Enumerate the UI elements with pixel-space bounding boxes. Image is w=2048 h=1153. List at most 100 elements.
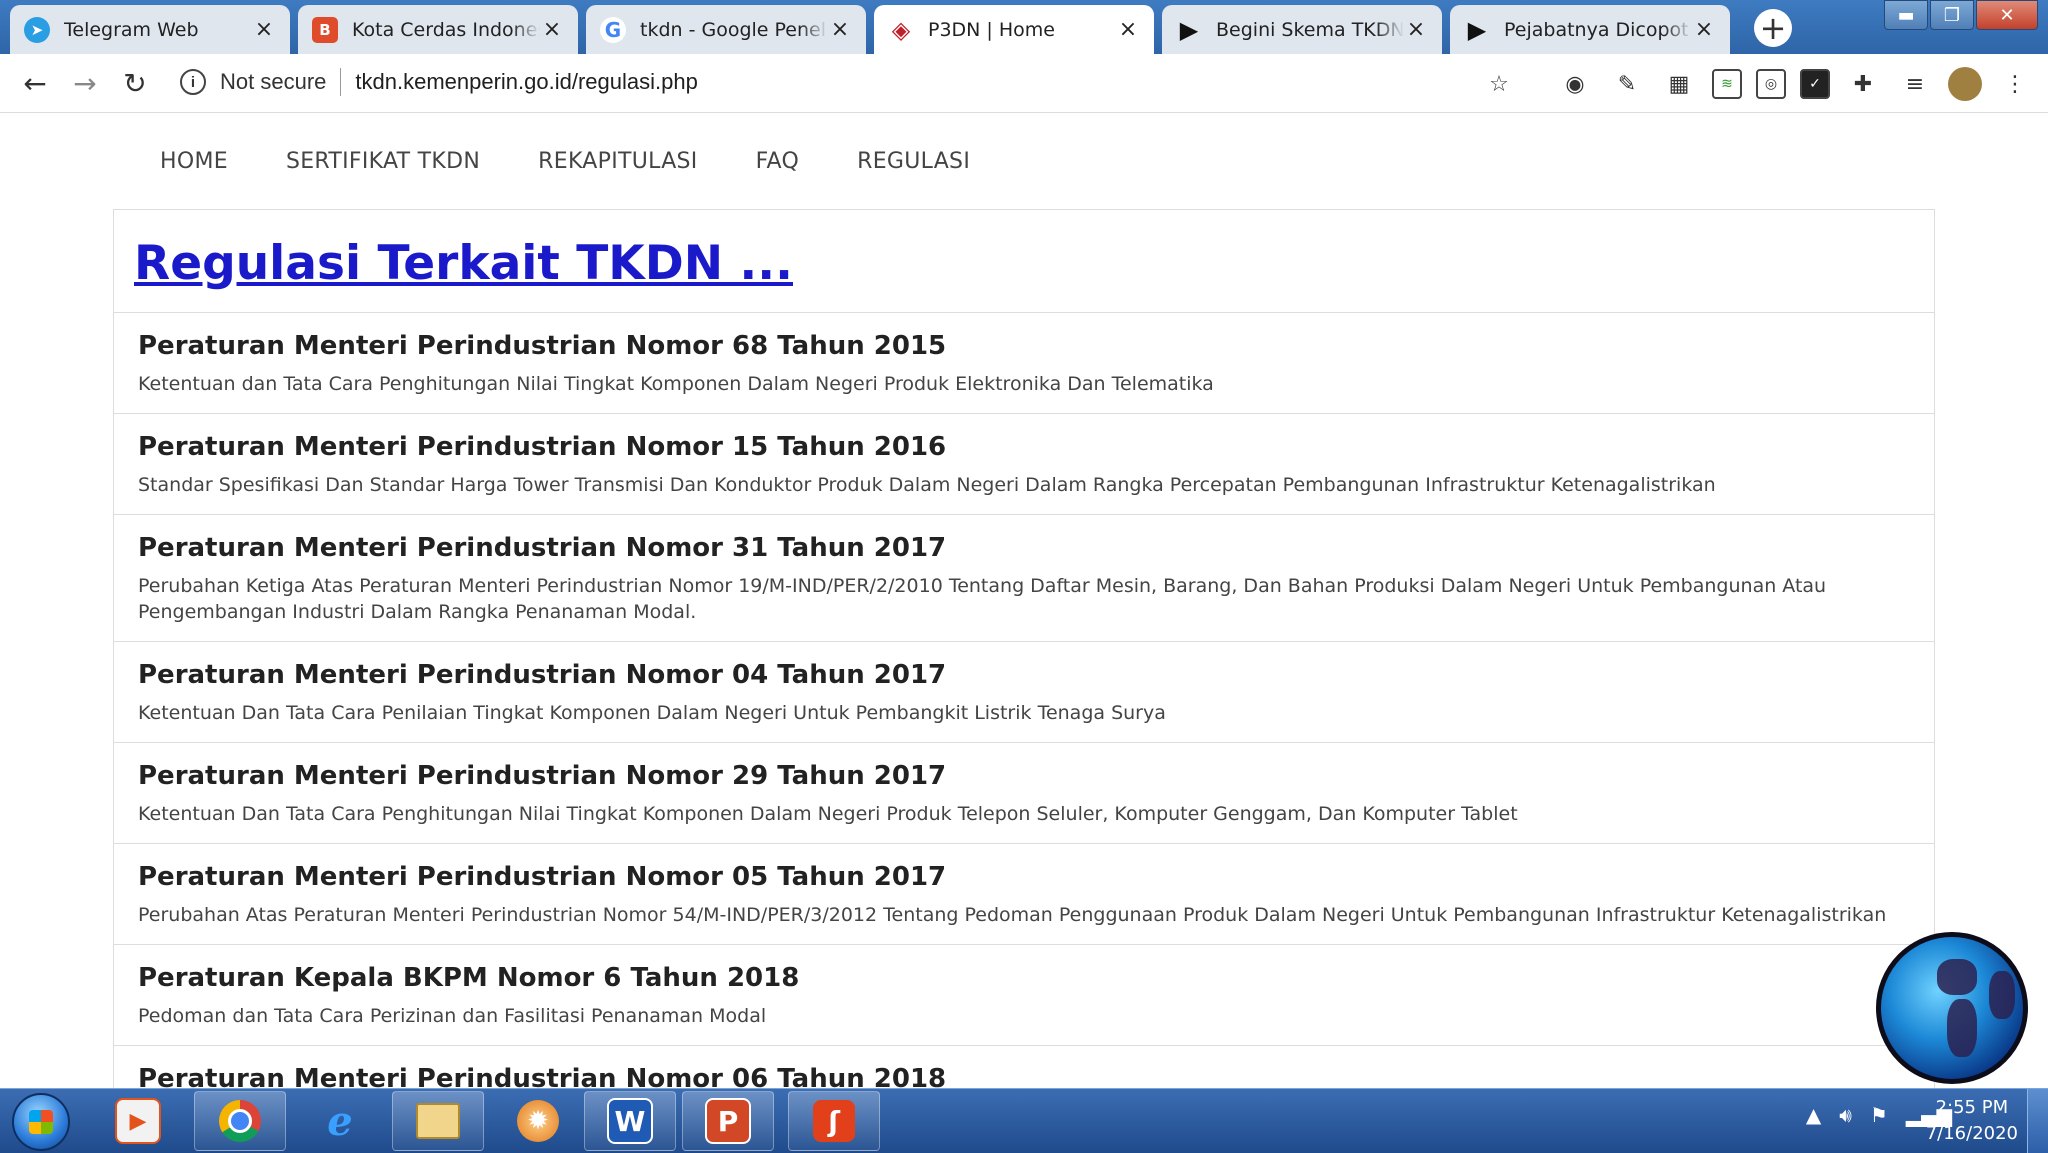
- menu-dots-icon[interactable]: ⋮: [1996, 65, 2034, 103]
- forward-button[interactable]: →: [60, 58, 110, 108]
- taskbar-app-orange[interactable]: ✹: [492, 1091, 584, 1151]
- nav-regulasi[interactable]: REGULASI: [857, 149, 970, 174]
- taskbar-chrome[interactable]: [194, 1091, 286, 1151]
- tab-title: Telegram Web: [64, 18, 199, 41]
- regulation-description: Ketentuan Dan Tata Cara Penghitungan Nil…: [138, 803, 1518, 825]
- regulation-title[interactable]: Peraturan Menteri Perindustrian Nomor 04…: [138, 660, 1910, 690]
- puzzle-extensions-icon[interactable]: ✚: [1844, 65, 1882, 103]
- word-icon: W: [607, 1098, 653, 1144]
- wifi-extension-icon[interactable]: ≋: [1712, 69, 1742, 99]
- regulation-item[interactable]: Peraturan Kepala BKPM Nomor 6 Tahun 2018…: [114, 944, 1934, 1045]
- bookmark-star-icon[interactable]: ☆: [1480, 65, 1518, 103]
- show-desktop-button[interactable]: [2027, 1089, 2048, 1153]
- page-title[interactable]: Regulasi Terkait TKDN ...: [134, 236, 793, 291]
- address-bar[interactable]: i Not secure tkdn.kemenperin.go.id/regul…: [180, 60, 698, 104]
- reload-button[interactable]: ↻: [110, 58, 160, 108]
- taskbar-powerpoint[interactable]: P: [682, 1091, 774, 1151]
- regulation-description: Pedoman dan Tata Cara Perizinan dan Fasi…: [138, 1005, 767, 1027]
- globe-land-shape: [1937, 959, 1977, 995]
- restore-button[interactable]: ❐: [1930, 0, 1974, 30]
- taskbar-clock[interactable]: 2:55 PM 7/16/2020: [1926, 1095, 2018, 1147]
- close-icon[interactable]: ×: [1404, 17, 1428, 42]
- regulation-description: Standar Spesifikasi Dan Standar Harga To…: [138, 474, 1716, 496]
- clock-time: 2:55 PM: [1935, 1097, 2009, 1118]
- nav-faq[interactable]: FAQ: [756, 149, 800, 174]
- regulation-description: Ketentuan dan Tata Cara Penghitungan Nil…: [138, 373, 1214, 395]
- close-window-button[interactable]: ✕: [1976, 0, 2038, 30]
- news-icon: ▶: [1179, 15, 1199, 44]
- site-navigation: HOME SERTIFIKAT TKDN REKAPITULASI FAQ RE…: [0, 113, 2048, 209]
- nav-sertifikat-tkdn[interactable]: SERTIFIKAT TKDN: [286, 149, 480, 174]
- info-icon[interactable]: i: [180, 69, 206, 95]
- url-text[interactable]: tkdn.kemenperin.go.id/regulasi.php: [355, 69, 697, 95]
- regulation-item[interactable]: Peraturan Menteri Perindustrian Nomor 04…: [114, 641, 1934, 742]
- tab-title: tkdn - Google Penelusuran: [640, 18, 828, 41]
- browser-toolbar: ← → ↻ i Not secure tkdn.kemenperin.go.id…: [0, 54, 2048, 113]
- taskbar-media-player[interactable]: ▶: [92, 1091, 184, 1151]
- regulation-title[interactable]: Peraturan Kepala BKPM Nomor 6 Tahun 2018: [138, 963, 1910, 993]
- new-tab-button[interactable]: +: [1754, 9, 1792, 47]
- regulation-title[interactable]: Peraturan Menteri Perindustrian Nomor 15…: [138, 432, 1910, 462]
- nav-home[interactable]: HOME: [160, 149, 228, 174]
- taskbar-internet-explorer[interactable]: e: [294, 1091, 386, 1151]
- tab-google-search[interactable]: G tkdn - Google Penelusuran ×: [586, 5, 866, 54]
- regulation-item[interactable]: Peraturan Menteri Perindustrian Nomor 31…: [114, 514, 1934, 641]
- regulation-panel: Regulasi Terkait TKDN ... Peraturan Ment…: [113, 209, 1935, 1094]
- taskbar-file-explorer[interactable]: [392, 1091, 484, 1151]
- translate-extension-icon[interactable]: ◉: [1556, 65, 1594, 103]
- tab-title: P3DN | Home: [928, 18, 1055, 41]
- media-player-icon: ▶: [115, 1098, 161, 1144]
- regulation-item[interactable]: Peraturan Menteri Perindustrian Nomor 05…: [114, 843, 1934, 944]
- powerpoint-icon: P: [705, 1098, 751, 1144]
- regulation-title[interactable]: Peraturan Menteri Perindustrian Nomor 68…: [138, 331, 1910, 361]
- eyedropper-extension-icon[interactable]: ✎: [1608, 65, 1646, 103]
- folder-icon: [416, 1103, 460, 1139]
- check-extension-icon[interactable]: ✓: [1800, 69, 1830, 99]
- close-icon[interactable]: ×: [1692, 17, 1716, 42]
- action-center-flag-icon[interactable]: ⚑: [1870, 1103, 1888, 1127]
- chrome-icon: [219, 1100, 261, 1142]
- regulation-item[interactable]: Peraturan Menteri Perindustrian Nomor 68…: [114, 312, 1934, 413]
- tab-kota-cerdas[interactable]: B Kota Cerdas Indonesia ×: [298, 5, 578, 54]
- clock-date: 7/16/2020: [1925, 1123, 2018, 1144]
- show-hidden-icons-icon[interactable]: ▲: [1806, 1103, 1821, 1127]
- volume-icon[interactable]: 🔊︎: [1839, 1103, 1852, 1127]
- globe-land-shape: [1989, 971, 2015, 1019]
- screenshot-extension-icon[interactable]: ◎: [1756, 69, 1786, 99]
- regulation-title[interactable]: Peraturan Menteri Perindustrian Nomor 29…: [138, 761, 1910, 791]
- gear-app-icon: ✹: [517, 1100, 559, 1142]
- regulation-title[interactable]: Peraturan Menteri Perindustrian Nomor 05…: [138, 862, 1910, 892]
- globe-widget-icon[interactable]: [1876, 932, 2028, 1084]
- internet-explorer-icon: e: [327, 1097, 353, 1145]
- back-button[interactable]: ←: [10, 58, 60, 108]
- nav-rekapitulasi[interactable]: REKAPITULASI: [538, 149, 697, 174]
- media-control-icon[interactable]: ≡: [1896, 65, 1934, 103]
- tab-begini-skema[interactable]: ▶ Begini Skema TKDN Pemerintah ×: [1162, 5, 1442, 54]
- taskbar-pdf-reader[interactable]: ʃ: [788, 1091, 880, 1151]
- p3dn-icon: ◈: [891, 15, 911, 44]
- taskbar-word[interactable]: W: [584, 1091, 676, 1151]
- close-icon[interactable]: ×: [828, 17, 852, 42]
- chrome-center-icon: [228, 1109, 252, 1133]
- tab-p3dn-home[interactable]: ◈ P3DN | Home ×: [874, 5, 1154, 54]
- regulation-list: Peraturan Menteri Perindustrian Nomor 68…: [114, 312, 1934, 1110]
- close-icon[interactable]: ×: [1116, 17, 1140, 42]
- close-icon[interactable]: ×: [540, 17, 564, 42]
- regulation-item[interactable]: Peraturan Menteri Perindustrian Nomor 15…: [114, 413, 1934, 514]
- profile-avatar[interactable]: [1948, 67, 1982, 101]
- minimize-button[interactable]: ▬: [1884, 0, 1928, 30]
- divider: [340, 68, 342, 96]
- windows-logo-icon: [29, 1110, 53, 1134]
- start-button[interactable]: [12, 1093, 70, 1151]
- close-icon[interactable]: ×: [252, 17, 276, 42]
- news-icon: ▶: [1467, 15, 1487, 44]
- tab-pejabatnya-dicopot[interactable]: ▶ Pejabatnya Dicopot jika ×: [1450, 5, 1730, 54]
- window-controls: ▬ ❐ ✕: [1884, 0, 2038, 30]
- browser-tab-strip: ➤ Telegram Web × B Kota Cerdas Indonesia…: [0, 0, 2048, 54]
- video-extension-icon[interactable]: ▦: [1660, 65, 1698, 103]
- tab-telegram-web[interactable]: ➤ Telegram Web ×: [10, 5, 290, 54]
- tab-title: Begini Skema TKDN Pemerintah: [1216, 18, 1404, 41]
- blogger-icon: B: [312, 16, 338, 43]
- regulation-title[interactable]: Peraturan Menteri Perindustrian Nomor 31…: [138, 533, 1910, 563]
- regulation-item[interactable]: Peraturan Menteri Perindustrian Nomor 29…: [114, 742, 1934, 843]
